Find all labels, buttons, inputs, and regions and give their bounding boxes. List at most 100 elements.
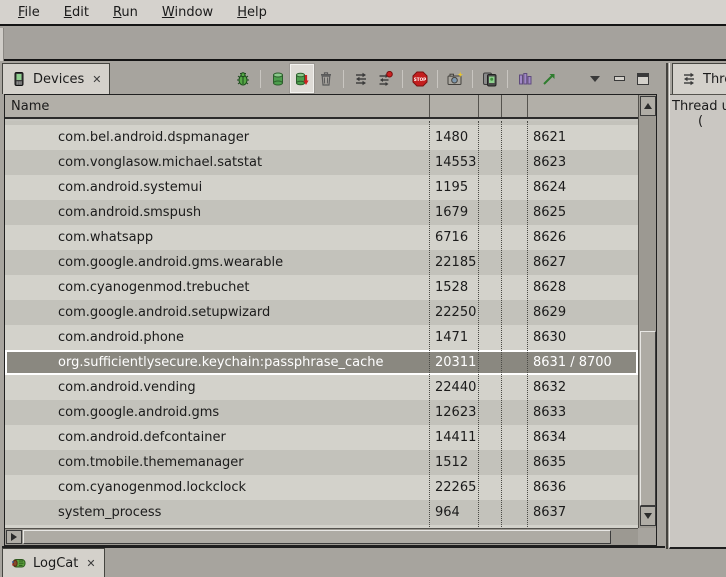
- menu-item-run[interactable]: Run: [103, 2, 148, 23]
- menu-item-file[interactable]: File: [8, 2, 50, 23]
- threads-message: Thread up (: [670, 94, 726, 547]
- dump-hprof-button[interactable]: [290, 64, 314, 93]
- tab-devices-close-icon[interactable]: ✕: [90, 73, 101, 86]
- heap-dump-icon: [294, 71, 310, 87]
- update-threads-button[interactable]: [349, 66, 373, 92]
- perspective-bar: [0, 28, 4, 61]
- devices-view: Devices ✕: [2, 63, 665, 548]
- column-header-4[interactable]: [502, 95, 528, 117]
- devices-tab-row: Devices ✕: [2, 63, 665, 94]
- menu-item-window[interactable]: Window: [152, 2, 223, 23]
- tab-devices[interactable]: Devices ✕: [2, 63, 110, 94]
- scrollbar-corner: [638, 528, 656, 545]
- process-name: com.android.systemui: [5, 180, 430, 195]
- process-pid: 22185: [430, 255, 479, 270]
- process-pid: 1471: [430, 330, 479, 345]
- screen-capture-button[interactable]: [443, 66, 467, 92]
- table-row[interactable]: com.google.android.gms 12623 8633: [5, 400, 638, 425]
- menu-item-help[interactable]: Help: [227, 2, 277, 23]
- menu-bar: FileEditRunWindowHelp: [0, 0, 726, 26]
- table-row[interactable]: com.android.phone 1471 8630: [5, 325, 638, 350]
- process-port: 8632: [528, 380, 638, 395]
- scroll-right-button[interactable]: [6, 530, 22, 544]
- menu-item-edit[interactable]: Edit: [54, 2, 99, 23]
- tab-threads[interactable]: Threads: [672, 63, 726, 94]
- process-port: 8626: [528, 230, 638, 245]
- table-body: com.bel.android.dspmanager 1480 8621 com…: [5, 121, 638, 529]
- toolbar-separator: [472, 70, 473, 88]
- threads-icon: [353, 71, 369, 87]
- process-name: com.cyanogenmod.lockclock: [5, 480, 430, 495]
- process-port: 8629: [528, 305, 638, 320]
- table-row[interactable]: system_process 964 8637: [5, 500, 638, 525]
- stop-process-button[interactable]: STOP: [408, 66, 432, 92]
- vertical-scrollbar-thumb[interactable]: [640, 331, 656, 506]
- table-row[interactable]: com.google.android.gms.wearable 22185 86…: [5, 250, 638, 275]
- column-header-5[interactable]: [528, 95, 638, 117]
- minimize-button[interactable]: [607, 66, 631, 92]
- table-row[interactable]: com.google.android.setupwizard 22250 862…: [5, 300, 638, 325]
- scroll-down-button[interactable]: [640, 506, 656, 526]
- stop-icon-label: STOP: [414, 76, 427, 81]
- table-row[interactable]: com.android.smspush 1679 8625: [5, 200, 638, 225]
- horizontal-scrollbar-thumb[interactable]: [23, 530, 611, 544]
- process-name: com.google.android.setupwizard: [5, 305, 430, 320]
- table-row[interactable]: com.android.systemui 1195 8624: [5, 175, 638, 200]
- process-port: 8631 / 8700: [528, 355, 638, 370]
- tab-logcat-label: LogCat: [33, 556, 78, 571]
- table-row[interactable]: com.cyanogenmod.trebuchet 1528 8628: [5, 275, 638, 300]
- table-row[interactable]: org.sufficientlysecure.keychain:passphra…: [5, 350, 638, 375]
- process-pid: 22250: [430, 305, 479, 320]
- logcat-tab-row: LogCat ✕: [0, 548, 666, 577]
- arrow-down-icon: [644, 513, 652, 519]
- table-row[interactable]: com.whatsapp 6716 8626: [5, 225, 638, 250]
- tab-logcat[interactable]: LogCat ✕: [2, 548, 105, 577]
- table-row[interactable]: com.bel.android.dspmanager 1480 8621: [5, 125, 638, 150]
- debug-attach-button[interactable]: [231, 66, 255, 92]
- column-header-3[interactable]: [479, 95, 502, 117]
- view-menu-button[interactable]: [583, 66, 607, 92]
- tab-devices-label: Devices: [33, 72, 84, 87]
- cause-gc-button[interactable]: [314, 66, 338, 92]
- table-row[interactable]: com.tmobile.thememanager 1512 8635: [5, 450, 638, 475]
- update-heap-button[interactable]: [266, 66, 290, 92]
- process-name: com.whatsapp: [5, 230, 430, 245]
- method-profiling-button[interactable]: [373, 66, 397, 92]
- tab-logcat-close-icon[interactable]: ✕: [84, 557, 95, 570]
- process-port: 8625: [528, 205, 638, 220]
- process-port: 8635: [528, 455, 638, 470]
- line-chart-button[interactable]: [537, 66, 561, 92]
- table-row[interactable]: com.android.defcontainer 14411 8634: [5, 425, 638, 450]
- device-panel-button[interactable]: [478, 66, 502, 92]
- process-pid: 14553: [430, 155, 479, 170]
- column-header-2[interactable]: [430, 95, 479, 117]
- process-pid: 6716: [430, 230, 479, 245]
- process-pid: 14411: [430, 430, 479, 445]
- table-row[interactable]: com.android.vending 22440 8632: [5, 375, 638, 400]
- view-sash[interactable]: [666, 63, 668, 549]
- threads-view: Threads Thread up (: [669, 63, 726, 549]
- maximize-button[interactable]: [631, 66, 655, 92]
- process-port: 8623: [528, 155, 638, 170]
- method-profiling-icon: [377, 71, 393, 87]
- arrow-right-icon: [11, 533, 17, 541]
- logcat-icon: [11, 555, 27, 571]
- column-header-name[interactable]: Name: [5, 95, 430, 117]
- camera-icon: [447, 71, 463, 87]
- stop-sign-icon: STOP: [412, 71, 428, 87]
- process-name: com.google.android.gms: [5, 405, 430, 420]
- tab-threads-label: Threads: [703, 72, 726, 87]
- process-name: com.android.vending: [5, 380, 430, 395]
- table-row[interactable]: com.vonglasow.michael.satstat 14553 8623: [5, 150, 638, 175]
- hierarchy-bars-button[interactable]: [513, 66, 537, 92]
- horizontal-scrollbar[interactable]: [5, 528, 638, 545]
- scroll-up-button[interactable]: [640, 96, 656, 116]
- table-row[interactable]: com.cyanogenmod.lockclock 22265 8636: [5, 475, 638, 500]
- devices-toolbar: STOP: [231, 63, 655, 94]
- debug-bug-icon: [235, 71, 251, 87]
- process-pid: 20311: [430, 355, 479, 370]
- process-table: Name com.bel.android.dspmanager 1480 862…: [4, 94, 657, 546]
- vertical-scrollbar[interactable]: [638, 95, 656, 528]
- trash-icon: [318, 71, 334, 87]
- table-header: Name: [5, 95, 638, 119]
